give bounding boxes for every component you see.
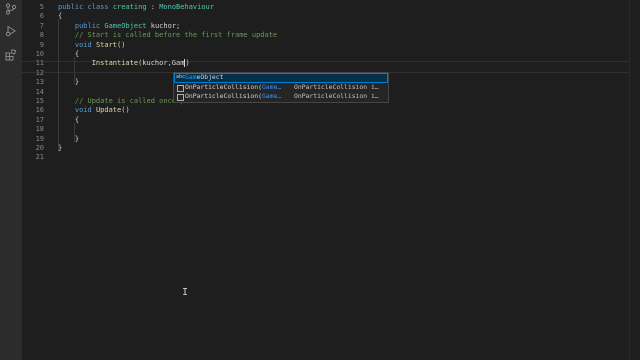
line-number: 20 xyxy=(35,144,44,152)
suggestion-text: eObject xyxy=(196,73,224,81)
line-number: 13 xyxy=(35,78,44,87)
vertical-scrollbar[interactable] xyxy=(629,0,640,360)
line-number: 21 xyxy=(35,153,44,162)
run-debug-icon[interactable] xyxy=(4,24,18,38)
code-text: { xyxy=(58,116,79,125)
suggestion-detail: OnParticleCollision i… xyxy=(294,82,379,91)
suggestion-item[interactable]: OnParticleCollision(Game… OnParticleColli… xyxy=(174,92,388,102)
code-token: } xyxy=(58,78,80,87)
code-token: () xyxy=(117,40,126,49)
suggest-widget[interactable]: abc GameObject OnParticleCollision(Game… On… xyxy=(173,72,389,103)
code-token: } xyxy=(58,144,63,152)
line-number: 5 xyxy=(39,3,44,11)
method-symbol-icon xyxy=(177,84,184,92)
line-number: 6 xyxy=(39,12,44,21)
code-token: ) xyxy=(185,59,190,68)
code-token: Instantiate xyxy=(58,59,139,68)
text-suggestion-icon: abc xyxy=(176,74,186,80)
line-number: 8 xyxy=(39,31,44,40)
suggestion-param: Game… xyxy=(261,82,282,91)
code-token: { xyxy=(58,50,80,58)
code-token: void xyxy=(58,40,96,49)
code-token: Update xyxy=(95,106,122,115)
activity-bar xyxy=(0,0,22,360)
code-text: } xyxy=(58,78,79,87)
code-text: public class creating : MonoBehaviour xyxy=(58,3,214,12)
line-number: 16 xyxy=(35,106,44,115)
code-text: void Start() xyxy=(58,40,126,50)
code-text: void Update() xyxy=(58,106,130,115)
line-number: 15 xyxy=(35,97,44,105)
code-token: { xyxy=(58,12,63,21)
code-text: public GameObject kuchor; xyxy=(58,22,180,31)
code-token: : xyxy=(146,3,160,11)
code-token: class xyxy=(87,3,113,11)
code-token: creating xyxy=(112,3,147,11)
code-token: { xyxy=(58,115,80,124)
line-number: 18 xyxy=(35,125,44,134)
suggestion-text: OnParticleCollision( xyxy=(185,82,262,91)
code-text: Instantiate(kuchor,Gam) xyxy=(58,59,190,68)
line-number: 19 xyxy=(35,134,44,143)
suggestion-item[interactable]: OnParticleCollision(Game… OnParticleColli… xyxy=(174,83,388,93)
suggestion-label: OnParticleCollision(Game… xyxy=(185,92,281,102)
code-token: public xyxy=(58,3,88,11)
suggestion-detail: OnParticleCollision i… xyxy=(294,92,379,101)
code-text: } xyxy=(58,144,62,153)
text-cursor-icon: I xyxy=(182,287,189,298)
suggestion-text: OnParticleCollision( xyxy=(185,92,262,101)
line-number: 12 xyxy=(35,68,44,77)
code-text: { xyxy=(58,50,79,59)
code-token: kuchor; xyxy=(146,21,181,30)
suggestion-label: GameObject xyxy=(185,73,223,83)
source-control-icon[interactable] xyxy=(4,2,18,16)
code-editor[interactable]: 5 public class creating : MonoBehaviour 6 {… xyxy=(22,0,630,360)
line-number: 9 xyxy=(39,40,44,49)
suggestion-param: Game… xyxy=(261,92,282,101)
line-number: 17 xyxy=(35,115,44,124)
line-number: 10 xyxy=(35,50,44,58)
suggestion-label: OnParticleCollision(Game… xyxy=(185,83,281,93)
code-text: { xyxy=(58,12,62,21)
code-token: MonoBehaviour xyxy=(159,3,214,11)
code-token: () xyxy=(121,106,130,115)
line-number: 14 xyxy=(35,87,44,96)
suggestion-item[interactable]: abc GameObject xyxy=(174,73,388,83)
code-token: Start xyxy=(95,40,118,49)
code-text: // Start is called before the first fram… xyxy=(58,31,277,40)
code-token: GameObject xyxy=(104,21,147,30)
suggestion-match: Gam xyxy=(185,73,197,81)
line-number: 11 xyxy=(35,59,44,68)
extensions-icon[interactable] xyxy=(4,48,18,62)
method-symbol-icon xyxy=(177,94,184,102)
code-token: // Start is called before the first fram… xyxy=(58,31,278,40)
code-token: void xyxy=(58,106,96,115)
code-token: } xyxy=(58,134,80,143)
code-token: public xyxy=(58,21,105,30)
code-token: (kuchor,Gam xyxy=(138,59,185,68)
line-number: 7 xyxy=(39,21,44,30)
code-text: } xyxy=(58,135,79,144)
